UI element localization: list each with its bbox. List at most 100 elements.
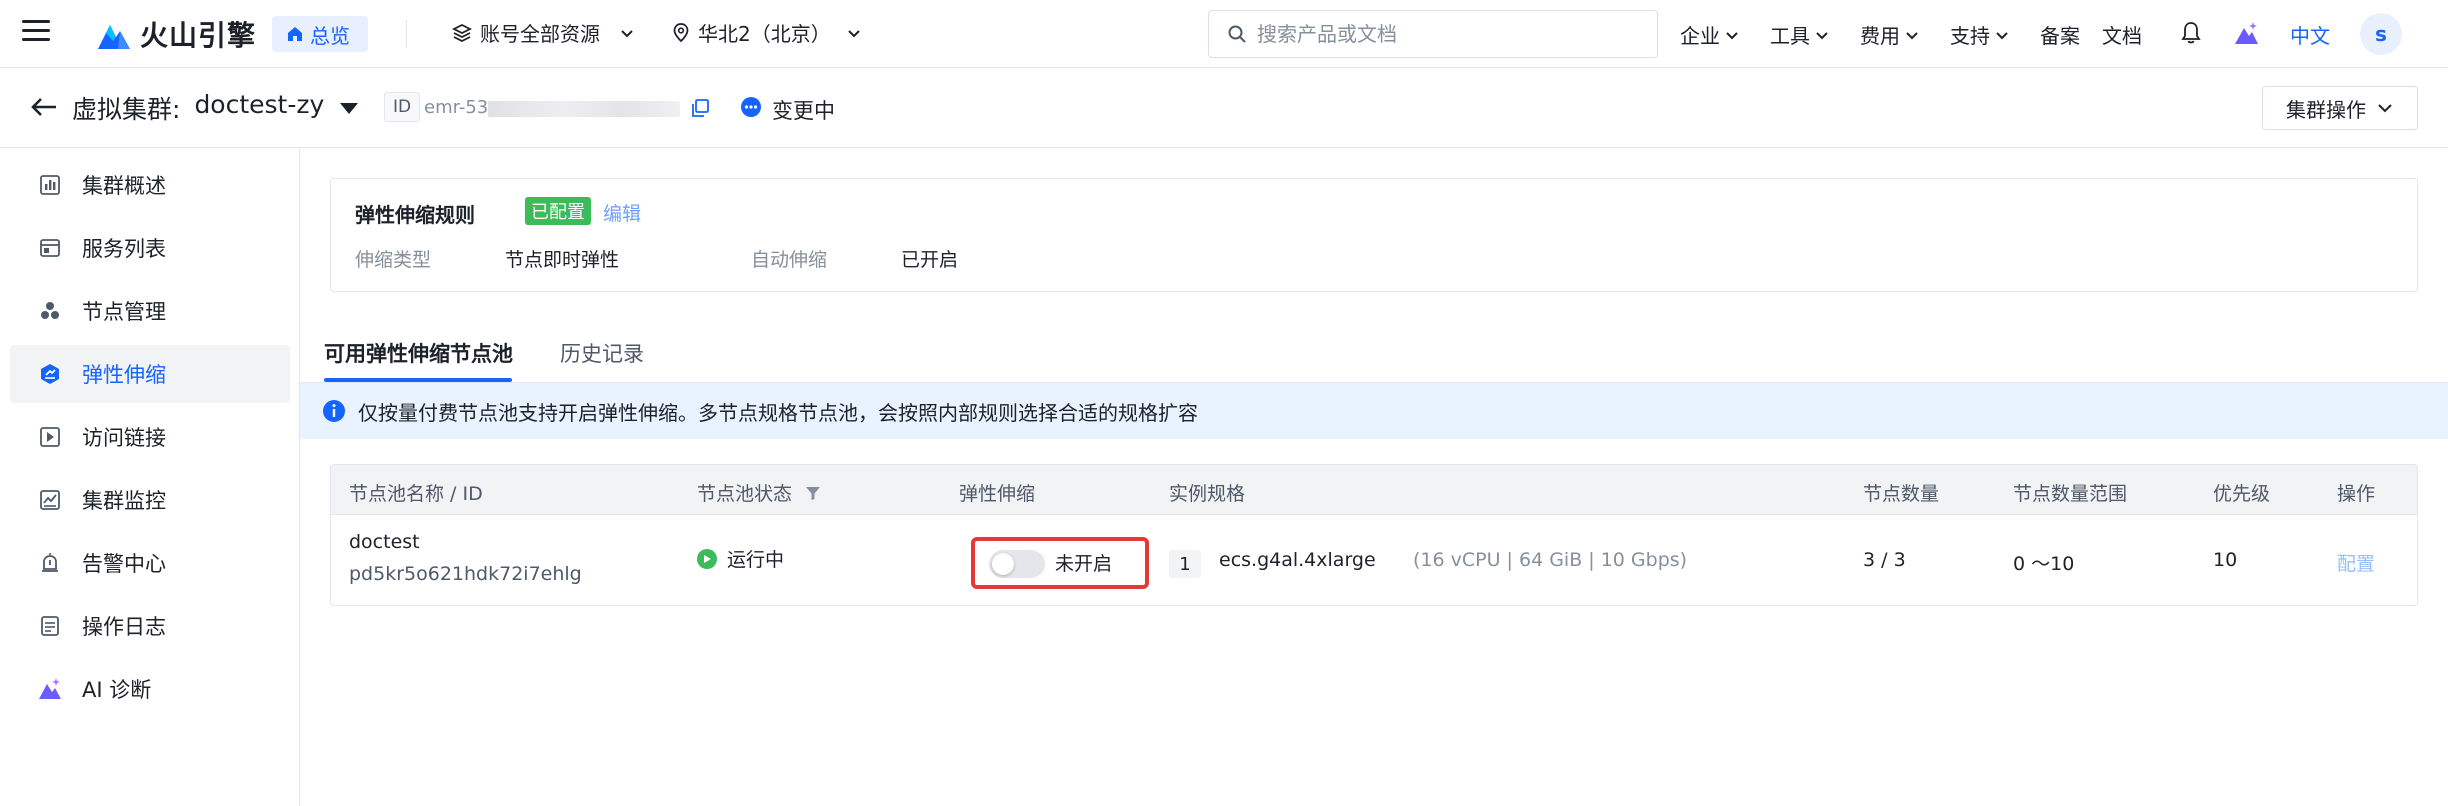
cluster-name: doctest-zy <box>194 90 325 119</box>
volcano-logo-icon <box>98 25 130 49</box>
divider <box>406 20 407 48</box>
column-header-name: 节点池名称 / ID <box>349 483 483 505</box>
id-label: ID <box>384 92 421 122</box>
sidebar-item-access-links[interactable]: 访问链接 <box>10 408 290 466</box>
sidebar-item-label: 集群概述 <box>82 174 166 198</box>
cluster-status: 变更中 <box>772 99 835 123</box>
resources-dropdown[interactable]: 账号全部资源 <box>452 18 636 47</box>
service-list-icon <box>38 236 62 260</box>
chevron-down-icon <box>1996 31 2008 39</box>
notification-button[interactable] <box>2180 21 2202 45</box>
sidebar-item-operation-log[interactable]: 操作日志 <box>10 597 290 655</box>
cluster-operations-button[interactable]: 集群操作 <box>2262 86 2418 130</box>
support-menu[interactable]: 支持 <box>1950 20 2010 49</box>
sidebar-item-label: 节点管理 <box>82 300 166 324</box>
column-header-autoscale: 弹性伸缩 <box>959 483 1036 505</box>
chevron-down-icon <box>1816 31 1828 39</box>
table-header: 节点池名称 / ID 节点池状态 弹性伸缩 实例规格 节点数量 节点数量范围 优… <box>331 465 2417 515</box>
edit-rule-link[interactable]: 编辑 <box>603 199 641 226</box>
tools-menu[interactable]: 工具 <box>1770 20 1830 49</box>
copy-button[interactable] <box>690 98 710 122</box>
info-icon <box>323 400 345 422</box>
monitor-icon <box>38 488 62 512</box>
autoscale-icon <box>38 362 62 386</box>
region-label: 华北2（北京） <box>698 22 831 46</box>
back-button[interactable] <box>30 96 58 122</box>
menu-icon[interactable] <box>22 20 50 44</box>
chevron-down-icon <box>848 29 860 37</box>
info-alert: 仅按量付费节点池支持开启弹性伸缩。多节点规格节点池，会按照内部规则选择合适的规格… <box>300 383 2448 439</box>
sidebar-item-overview[interactable]: 集群概述 <box>10 156 290 214</box>
region-dropdown[interactable]: 华北2（北京） <box>672 18 863 47</box>
page-title: 虚拟集群: doctest-zy <box>72 90 324 126</box>
status-badge: 已配置 <box>525 197 591 225</box>
configure-link[interactable]: 配置 <box>2337 549 2375 576</box>
chevron-down-icon <box>2378 104 2392 113</box>
instance-spec-detail: (16 vCPU | 64 GiB | 10 Gbps) <box>1413 549 1688 571</box>
table-row: doctest pd5kr5o621hdk72i7ehlg 运行中 未开启 1 … <box>331 515 2417 605</box>
active-tab-indicator <box>324 378 512 382</box>
cluster-header: 虚拟集群: doctest-zy ID emr-53 变更中 集群操作 <box>0 68 2448 148</box>
avatar[interactable]: s <box>2360 13 2402 55</box>
layers-icon <box>452 23 472 42</box>
docs-link[interactable]: 文档 <box>2102 20 2142 49</box>
status-changing-icon <box>740 96 762 122</box>
alarm-icon <box>38 551 62 575</box>
column-header-priority: 优先级 <box>2213 483 2271 505</box>
ai-diagnosis-icon <box>38 677 62 701</box>
sidebar-item-ai-diagnosis[interactable]: AI 诊断 <box>10 660 290 718</box>
sidebar-item-label: 告警中心 <box>82 552 166 576</box>
sidebar-item-autoscaling[interactable]: 弹性伸缩 <box>10 345 290 403</box>
docs-label: 文档 <box>2102 24 2142 48</box>
column-header-node-count: 节点数量 <box>1863 483 1940 505</box>
sidebar-item-label: 弹性伸缩 <box>82 363 166 387</box>
sidebar-item-alarms[interactable]: 告警中心 <box>10 534 290 592</box>
top-navigation-bar: 火山引擎 总览 账号全部资源 华北2（北京） 搜索产品或文档 企业 工具 费用 … <box>0 0 2448 68</box>
enterprise-menu[interactable]: 企业 <box>1680 20 1740 49</box>
running-icon <box>697 548 717 569</box>
language-label: 中文 <box>2290 24 2330 48</box>
node-pool-id: pd5kr5o621hdk72i7ehlg <box>349 563 582 585</box>
sidebar-item-nodes[interactable]: 节点管理 <box>10 282 290 340</box>
node-range: 0 ～10 <box>2013 553 2075 575</box>
overview-label: 总览 <box>310 23 350 48</box>
sidebar-item-label: 操作日志 <box>82 615 166 639</box>
volcengine-logo[interactable]: 火山引擎 <box>96 14 256 54</box>
ai-assistant-button[interactable] <box>2232 19 2260 47</box>
sidebar-item-label: 访问链接 <box>82 426 166 450</box>
arrow-left-icon <box>31 98 56 116</box>
billing-menu[interactable]: 费用 <box>1860 20 1920 49</box>
scale-type-label: 伸缩类型 <box>355 249 432 271</box>
language-switch[interactable]: 中文 <box>2290 20 2330 49</box>
icp-link[interactable]: 备案 <box>2040 20 2080 49</box>
overview-button[interactable]: 总览 <box>272 16 368 52</box>
sidebar-item-services[interactable]: 服务列表 <box>10 219 290 277</box>
column-header-instance-spec: 实例规格 <box>1169 483 1246 505</box>
filter-icon[interactable] <box>804 484 822 502</box>
spec-count-badge: 1 <box>1169 550 1201 578</box>
instance-spec-name: ecs.g4al.4xlarge <box>1219 549 1376 571</box>
node-pool-table: 节点池名称 / ID 节点池状态 弹性伸缩 实例规格 节点数量 节点数量范围 优… <box>330 464 2418 606</box>
location-pin-icon <box>673 22 689 42</box>
main-content: 弹性伸缩规则 已配置 编辑 伸缩类型 节点即时弹性 自动伸缩 已开启 可用弹性伸… <box>300 148 2448 806</box>
search-box[interactable] <box>1208 10 1658 58</box>
tab-available-node-pools[interactable]: 可用弹性伸缩节点池 <box>324 338 513 368</box>
resources-label: 账号全部资源 <box>480 22 600 46</box>
tab-history[interactable]: 历史记录 <box>560 338 644 368</box>
search-input[interactable] <box>1257 22 1637 46</box>
bar-chart-icon <box>38 173 62 197</box>
scale-type-value: 节点即时弹性 <box>505 249 620 271</box>
node-pool-status-label: 运行中 <box>727 549 785 571</box>
sidebar: 集群概述 服务列表 节点管理 弹性伸缩 访问链接 集群监控 告警中心 操作日志 … <box>0 148 300 806</box>
copy-icon <box>692 99 709 117</box>
rule-title: 弹性伸缩规则 <box>355 203 475 227</box>
chevron-down-icon <box>1726 31 1738 39</box>
autoscale-toggle[interactable] <box>989 550 1045 578</box>
ai-assistant-icon <box>2235 22 2258 44</box>
icp-label: 备案 <box>2040 24 2080 48</box>
sidebar-item-label: AI 诊断 <box>82 678 152 702</box>
sidebar-item-monitoring[interactable]: 集群监控 <box>10 471 290 529</box>
node-pool-name: doctest <box>349 531 420 553</box>
node-count: 3 / 3 <box>1863 549 1906 571</box>
cluster-switch-dropdown-icon[interactable] <box>340 103 358 114</box>
